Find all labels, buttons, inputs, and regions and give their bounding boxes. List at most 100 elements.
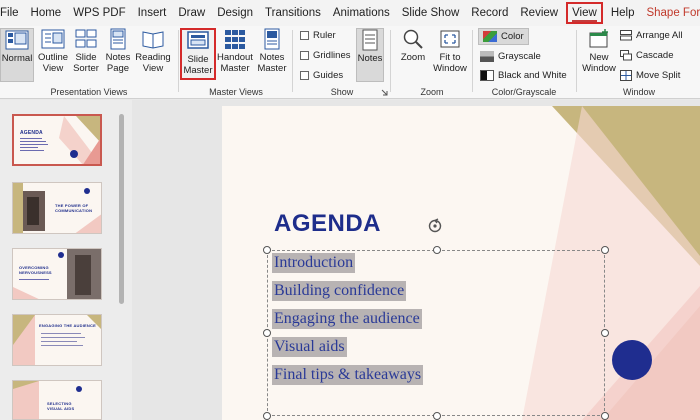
- reading-view-button[interactable]: Reading View: [134, 28, 172, 74]
- resize-handle-top[interactable]: [433, 246, 441, 254]
- window-group-label: Window: [622, 87, 655, 97]
- thumbnail-1-title: AGENDA: [20, 130, 43, 136]
- handout-master-label-1: Handout: [217, 52, 253, 63]
- guides-checkbox[interactable]: Guides: [300, 70, 343, 81]
- handout-master-label-2: Master: [220, 63, 250, 74]
- tab-insert[interactable]: Insert: [132, 0, 173, 26]
- thumbnail-scroll-thumb[interactable]: [119, 114, 124, 304]
- tab-design[interactable]: Design: [211, 0, 259, 26]
- slide-master-button[interactable]: Slide Master: [180, 28, 216, 80]
- color-label: Color: [501, 31, 524, 42]
- zoom-label: Zoom: [400, 52, 426, 63]
- gridlines-checkbox-box: [300, 51, 309, 60]
- slide-editor-canvas: AGENDA Introduction Building confidence …: [132, 100, 700, 420]
- tab-home[interactable]: Home: [25, 0, 68, 26]
- agenda-text-box[interactable]: Introduction Building confidence Engagin…: [263, 246, 609, 420]
- tab-view[interactable]: View: [566, 2, 603, 24]
- slide-thumbnail-4[interactable]: ENGAGING THE AUDIENCE: [12, 314, 102, 366]
- thumbnail-text-line: [41, 337, 85, 338]
- normal-view-button[interactable]: Normal: [0, 28, 34, 82]
- group-zoom: Zoom Fit to Window Zoom: [392, 26, 472, 99]
- magnifier-icon: [403, 29, 423, 49]
- slide-thumbnail-2[interactable]: THE POWER OF COMMUNICATION: [12, 182, 102, 234]
- agenda-item[interactable]: Introduction: [272, 253, 356, 273]
- ruler-checkbox[interactable]: Ruler: [300, 30, 336, 41]
- slide-thumbnail-3[interactable]: OVERCOMING NERVOUSNESS: [12, 248, 102, 300]
- thumbnail-text-line: [20, 138, 42, 139]
- cascade-button[interactable]: Cascade: [620, 50, 674, 61]
- resize-handle-bottom[interactable]: [433, 412, 441, 420]
- fit-window-icon: [440, 30, 460, 48]
- tab-shape-format[interactable]: Shape Format: [640, 0, 700, 26]
- tab-wps-pdf[interactable]: WPS PDF: [67, 0, 131, 26]
- gridlines-checkbox[interactable]: Gridlines: [300, 50, 351, 61]
- resize-handle-bottom-left[interactable]: [263, 412, 271, 420]
- thumbnail-scrollbar[interactable]: [117, 108, 125, 420]
- thumbnail-3-title: OVERCOMING NERVOUSNESS: [19, 265, 52, 275]
- agenda-item[interactable]: Visual aids: [272, 337, 347, 357]
- notes-master-button[interactable]: Notes Master: [254, 28, 290, 74]
- dialog-launcher-icon[interactable]: [381, 89, 388, 96]
- slide-thumbnail-1[interactable]: AGENDA: [12, 114, 102, 166]
- resize-handle-right[interactable]: [601, 329, 609, 337]
- slide-master-icon: [187, 31, 209, 49]
- tab-help[interactable]: Help: [605, 0, 641, 26]
- normal-view-label: Normal: [1, 53, 33, 64]
- tab-review[interactable]: Review: [514, 0, 564, 26]
- ribbon: Normal Outline View Slide Sorter Notes P…: [0, 26, 700, 99]
- thumbnail-text-line: [41, 341, 77, 342]
- grayscale-swatch-icon: [480, 51, 494, 62]
- new-window-button[interactable]: New Window: [580, 28, 618, 74]
- resize-handle-top-right[interactable]: [601, 246, 609, 254]
- resize-handle-top-left[interactable]: [263, 246, 271, 254]
- slide-sorter-button[interactable]: Slide Sorter: [70, 28, 102, 74]
- new-window-icon: [589, 29, 608, 48]
- thumbnail-text-line: [20, 147, 38, 148]
- tab-slide-show[interactable]: Slide Show: [396, 0, 466, 26]
- agenda-item[interactable]: Engaging the audience: [272, 309, 422, 329]
- guides-label: Guides: [313, 70, 344, 81]
- grayscale-button[interactable]: Grayscale: [480, 51, 541, 62]
- handout-master-button[interactable]: Handout Master: [216, 28, 254, 74]
- outline-view-label-1: Outline: [37, 52, 69, 63]
- zoom-button[interactable]: Zoom: [396, 28, 430, 63]
- move-split-button[interactable]: Move Split: [620, 70, 680, 81]
- resize-handle-bottom-right[interactable]: [601, 412, 609, 420]
- color-button[interactable]: Color: [478, 28, 529, 45]
- notes-page-label-1: Notes: [105, 52, 131, 63]
- handout-master-icon: [225, 30, 245, 49]
- reading-view-label-1: Reading: [135, 52, 171, 63]
- thumbnail-text-line: [20, 144, 48, 145]
- separator: [576, 30, 577, 92]
- fit-to-window-button[interactable]: Fit to Window: [430, 28, 470, 74]
- group-presentation-views: Normal Outline View Slide Sorter Notes P…: [0, 26, 178, 99]
- notes-page-button[interactable]: Notes Page: [102, 28, 134, 74]
- slide-thumbnail-5[interactable]: SELECTING VISUAL AIDS: [12, 380, 102, 420]
- arrange-all-icon: [620, 30, 632, 41]
- outline-view-button[interactable]: Outline View: [36, 28, 70, 74]
- tab-file[interactable]: File: [0, 0, 25, 26]
- reading-view-icon: [142, 31, 164, 49]
- tab-transitions[interactable]: Transitions: [259, 0, 327, 26]
- notes-toggle-button[interactable]: Notes: [356, 28, 384, 82]
- agenda-item[interactable]: Final tips & takeaways: [272, 365, 424, 385]
- arrange-all-button[interactable]: Arrange All: [620, 30, 682, 41]
- agenda-item[interactable]: Building confidence: [272, 281, 407, 301]
- slide[interactable]: AGENDA Introduction Building confidence …: [222, 106, 700, 420]
- tab-record[interactable]: Record: [465, 0, 514, 26]
- powerpoint-window: File Home WPS PDF Insert Draw Design Tra…: [0, 0, 700, 420]
- slide-sorter-label-2: Sorter: [73, 63, 99, 74]
- tab-draw[interactable]: Draw: [172, 0, 211, 26]
- rotate-handle-icon[interactable]: [427, 218, 443, 234]
- move-split-icon: [620, 70, 632, 81]
- new-window-label-1: New: [589, 52, 609, 63]
- move-split-label: Move Split: [636, 70, 681, 81]
- group-master-views: Slide Master Handout Master Notes Master…: [180, 26, 292, 99]
- slide-title[interactable]: AGENDA: [274, 210, 381, 238]
- black-white-button[interactable]: Black and White: [480, 70, 567, 81]
- resize-handle-left[interactable]: [263, 329, 271, 337]
- thumbnail-text-line: [41, 333, 81, 334]
- ruler-checkbox-box: [300, 31, 309, 40]
- ruler-label: Ruler: [313, 30, 336, 41]
- tab-animations[interactable]: Animations: [327, 0, 396, 26]
